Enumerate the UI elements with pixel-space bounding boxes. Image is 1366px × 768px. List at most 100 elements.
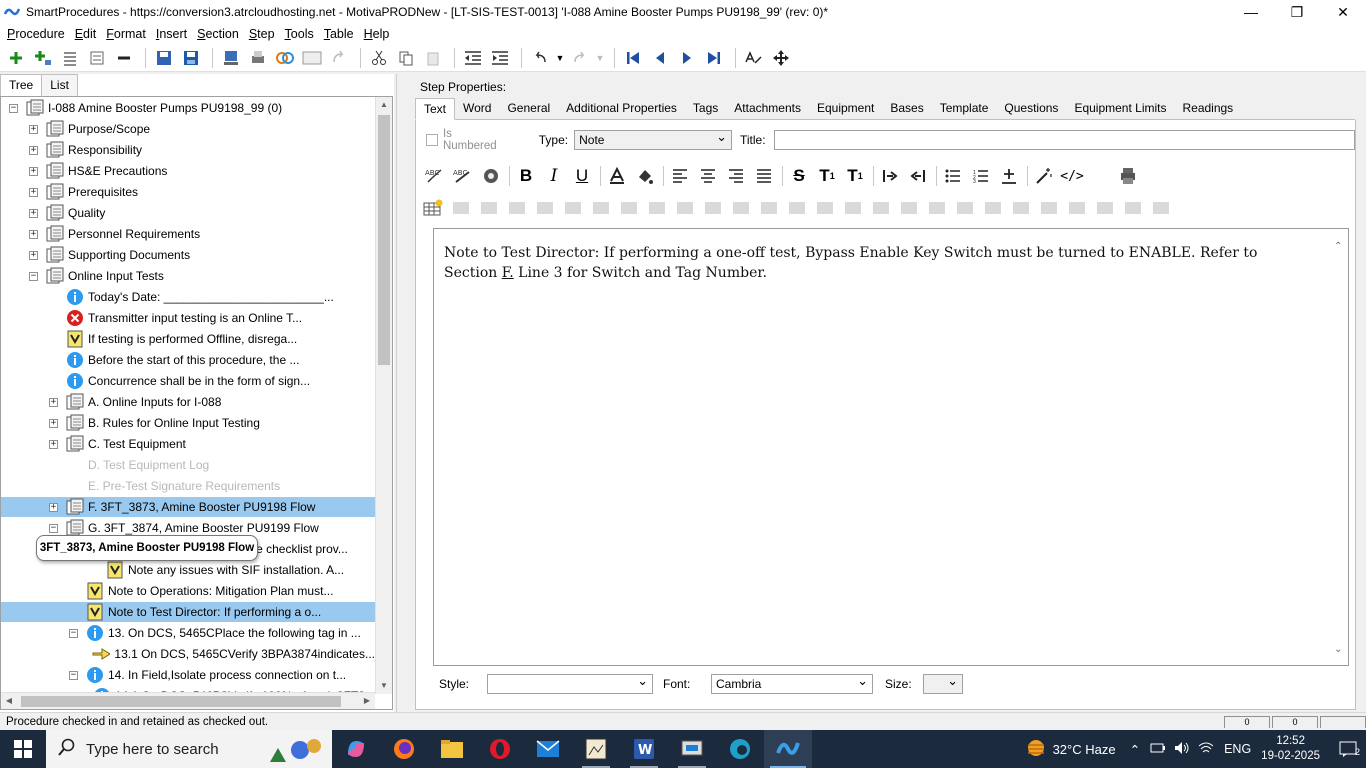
maximize-button[interactable]: ❐ — [1274, 0, 1320, 24]
link-icon[interactable] — [273, 46, 297, 70]
minimize-button[interactable]: — — [1228, 0, 1274, 24]
tree-item[interactable]: + HS&E Precautions — [1, 161, 375, 181]
tab-equipment-limits[interactable]: Equipment Limits — [1066, 98, 1174, 120]
menu-item-format[interactable]: Format — [101, 27, 151, 41]
scroll-up-icon[interactable]: ▲ — [376, 97, 392, 113]
tab-tags[interactable]: Tags — [685, 98, 726, 120]
windows-start-icon[interactable] — [0, 730, 46, 768]
insert-table-icon[interactable] — [422, 198, 444, 218]
tree-item[interactable]: Concurrence shall be in the form of sign… — [1, 371, 375, 391]
magic-wand-icon[interactable] — [1031, 164, 1057, 188]
increase-indent-icon[interactable] — [488, 46, 512, 70]
checkin-icon[interactable] — [152, 46, 176, 70]
tab-tree[interactable]: Tree — [0, 74, 43, 96]
procedure-tree[interactable]: − I-088 Amine Booster Pumps PU9198_99 (0)… — [0, 96, 393, 710]
expand-icon[interactable]: + — [49, 397, 58, 407]
taskbar-opera-icon[interactable] — [476, 730, 524, 768]
move-icon[interactable] — [769, 46, 793, 70]
tray-overflow-icon[interactable]: ⌃ — [1130, 742, 1140, 757]
section-link[interactable]: F. — [502, 265, 514, 281]
menu-item-help[interactable]: Help — [359, 27, 395, 41]
taskbar-remote-desktop-icon[interactable] — [668, 730, 716, 768]
tree-vertical-scroll-thumb[interactable] — [378, 115, 390, 365]
close-button[interactable]: ✕ — [1320, 0, 1366, 24]
redo-dropdown-icon[interactable]: ▼ — [595, 46, 605, 70]
first-step-icon[interactable] — [621, 46, 645, 70]
taskbar-firefox-icon[interactable] — [380, 730, 428, 768]
tree-item[interactable]: Before the start of this procedure, the … — [1, 350, 375, 370]
copy-icon[interactable] — [394, 46, 418, 70]
menu-item-section[interactable]: Section — [192, 27, 244, 41]
menu-item-insert[interactable]: Insert — [151, 27, 192, 41]
tree-item[interactable]: E. Pre-Test Signature Requirements — [1, 476, 375, 496]
tree-item[interactable]: + Prerequisites — [1, 182, 375, 202]
print-icon[interactable] — [246, 46, 270, 70]
tree-item[interactable]: D. Test Equipment Log — [1, 455, 375, 475]
subscript-icon[interactable]: T1 — [842, 164, 868, 188]
outdent-list-icon[interactable] — [85, 46, 109, 70]
weather-widget[interactable]: 32°C Haze — [1025, 737, 1116, 762]
tab-questions[interactable]: Questions — [996, 98, 1066, 120]
menu-item-procedure[interactable]: Procedure — [2, 27, 70, 41]
form-icon[interactable] — [300, 46, 324, 70]
print-preview-icon[interactable] — [1115, 164, 1141, 188]
previous-step-icon[interactable] — [648, 46, 672, 70]
wifi-icon[interactable] — [1198, 741, 1214, 758]
menu-item-edit[interactable]: Edit — [70, 27, 102, 41]
tree-item[interactable]: + F. 3FT_3873, Amine Booster PU9198 Flow — [1, 497, 375, 517]
taskbar-file-explorer-icon[interactable] — [428, 730, 476, 768]
tab-word[interactable]: Word — [455, 98, 499, 120]
font-select[interactable]: Cambria — [711, 673, 873, 694]
is-numbered-checkbox[interactable] — [426, 134, 438, 146]
expand-icon[interactable]: + — [29, 166, 38, 176]
tree-item[interactable]: + A. Online Inputs for I-088 — [1, 392, 375, 412]
tab-list[interactable]: List — [41, 74, 78, 96]
indent-left-icon[interactable] — [905, 164, 931, 188]
clock[interactable]: 12:52 19-02-2025 — [1261, 734, 1320, 764]
tree-item[interactable]: + Personnel Requirements — [1, 224, 375, 244]
tab-text[interactable]: Text — [415, 98, 456, 120]
tree-item[interactable]: Note to Test Director: If performing a o… — [1, 602, 375, 622]
step-text-editor[interactable]: Note to Test Director: If performing a o… — [433, 228, 1349, 666]
align-right-icon[interactable] — [723, 164, 749, 188]
tab-template[interactable]: Template — [932, 98, 997, 120]
expand-icon[interactable]: + — [29, 187, 38, 197]
tree-horizontal-scroll-thumb[interactable] — [21, 696, 341, 707]
redo-icon[interactable] — [568, 46, 592, 70]
menu-item-table[interactable]: Table — [319, 27, 359, 41]
scroll-left-icon[interactable]: ◀ — [1, 693, 17, 709]
taskbar-copilot-icon[interactable] — [332, 730, 380, 768]
cut-icon[interactable] — [367, 46, 391, 70]
expand-icon[interactable]: + — [49, 439, 58, 449]
taskbar-screenshot-icon[interactable] — [572, 730, 620, 768]
editor-scroll-up-icon[interactable]: ⌃ — [1334, 241, 1342, 252]
remove-icon[interactable] — [112, 46, 136, 70]
highlight-icon[interactable] — [632, 164, 658, 188]
tree-item[interactable]: Note any issues with SIF installation. A… — [1, 560, 375, 580]
superscript-icon[interactable]: T1 — [814, 164, 840, 188]
tab-additional-properties[interactable]: Additional Properties — [558, 98, 685, 120]
collapse-icon[interactable]: − — [69, 670, 78, 680]
add-child-icon[interactable] — [31, 46, 55, 70]
tab-attachments[interactable]: Attachments — [726, 98, 809, 120]
tree-item[interactable]: + Purpose/Scope — [1, 119, 375, 139]
editor-scrollbar[interactable]: ⌃ ⌄ — [1332, 241, 1346, 655]
collapse-icon[interactable]: − — [9, 103, 18, 113]
next-step-icon[interactable] — [675, 46, 699, 70]
horizontal-line-icon[interactable] — [996, 164, 1022, 188]
title-input[interactable] — [773, 130, 1355, 150]
scroll-down-icon[interactable]: ▼ — [376, 678, 392, 694]
tree-horizontal-scrollbar[interactable]: ◀ ▶ — [1, 692, 375, 709]
tree-item[interactable]: + Responsibility — [1, 140, 375, 160]
expand-icon[interactable]: + — [29, 250, 38, 260]
editor-scroll-down-icon[interactable]: ⌄ — [1334, 644, 1342, 655]
editor-text[interactable]: Note to Test Director: If performing a o… — [444, 243, 1314, 283]
tree-item[interactable]: − 13. On DCS, 5465CPlace the following ta… — [1, 623, 375, 643]
decrease-indent-icon[interactable] — [461, 46, 485, 70]
network-battery-icon[interactable] — [1150, 741, 1166, 758]
paste-icon[interactable] — [421, 46, 445, 70]
menu-item-tools[interactable]: Tools — [280, 27, 319, 41]
redo-disabled-icon[interactable] — [327, 46, 351, 70]
size-select[interactable] — [923, 673, 963, 694]
font-color-icon[interactable] — [604, 164, 630, 188]
